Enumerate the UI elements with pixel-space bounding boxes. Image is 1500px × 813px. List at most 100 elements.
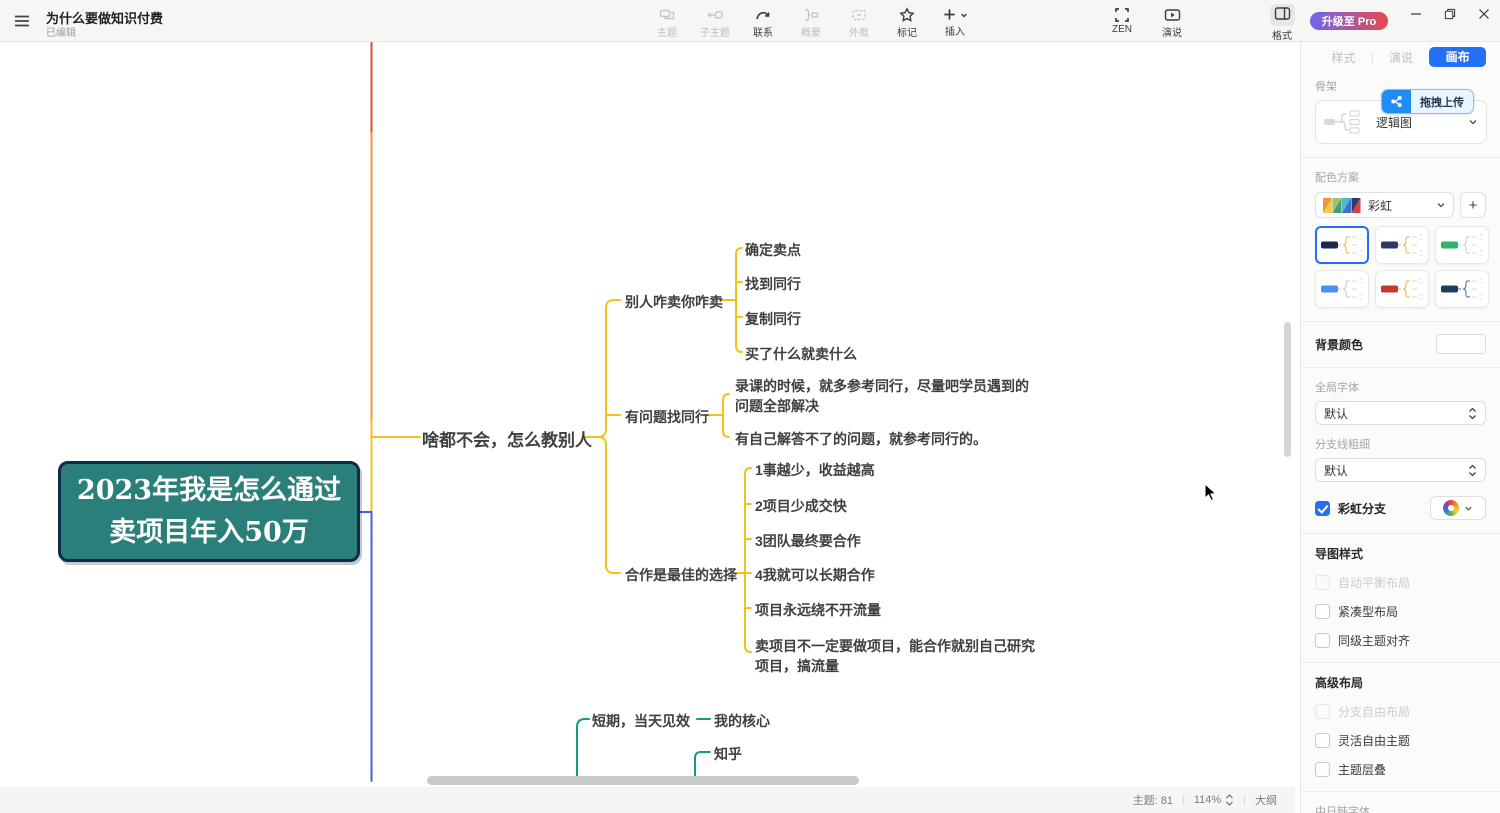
boundary-button: 外框 (840, 4, 878, 39)
zoom-level: 114% (1194, 794, 1221, 806)
node-cooperate[interactable]: 合作是最佳的选择 (625, 565, 737, 585)
boundary-icon (851, 7, 867, 23)
add-scheme-button[interactable]: + (1460, 192, 1486, 218)
divider: | (1182, 794, 1185, 806)
node-teach[interactable]: 啥都不会，怎么教别人 (422, 426, 592, 451)
node-sell-child[interactable]: 确定卖点 (745, 240, 801, 260)
section-divider (1301, 662, 1500, 663)
node-coop-child[interactable]: 4我就可以长期合作 (755, 565, 875, 585)
app-window: 为什么要做知识付费 已编辑 主题 子主题 联系 概要 外框 (0, 0, 1500, 813)
scheme-card[interactable] (1435, 270, 1489, 308)
minimize-button[interactable] (1410, 7, 1422, 25)
background-color-label: 背景颜色 (1315, 336, 1363, 353)
marker-button[interactable]: 标记 (888, 4, 926, 39)
global-font-dropdown[interactable]: 默认 (1315, 401, 1486, 425)
mouse-cursor (1204, 483, 1218, 503)
drag-upload-button[interactable]: 拖拽上传 (1381, 89, 1474, 114)
node-coop-child[interactable]: 卖项目不一定要做项目，能合作就别自己研究项目，搞流量 (755, 636, 1035, 676)
color-scheme-selector[interactable]: 彩虹 (1315, 192, 1454, 218)
rainbow-swatch (1323, 198, 1361, 213)
node-ask-child[interactable]: 录课的时候，就多参考同行，尽量吧学员遇到的问题全部解决 (735, 376, 1031, 416)
central-topic-line1: 2023年我是怎么通过 (77, 470, 341, 512)
relation-button[interactable]: 联系 (744, 4, 782, 39)
format-button[interactable]: 格式 (1264, 4, 1300, 42)
scheme-card[interactable] (1435, 226, 1489, 264)
window-controls (1410, 0, 1490, 32)
stepper-icon (1468, 407, 1477, 420)
section-divider (1301, 157, 1500, 158)
node-my-core[interactable]: 我的核心 (714, 711, 770, 731)
close-button[interactable] (1478, 7, 1490, 25)
flexible-topic-label: 灵活自由主题 (1338, 732, 1410, 749)
central-topic-node[interactable]: 2023年我是怎么通过 卖项目年入50万 (58, 461, 360, 562)
rainbow-branch-label: 彩虹分支 (1338, 500, 1386, 517)
section-divider (1301, 321, 1500, 322)
node-short-term[interactable]: 短期，当天见效 (592, 711, 690, 731)
node-ask-child[interactable]: 有自己解答不了的问题，就参考同行的。 (735, 429, 987, 449)
sibling-align-checkbox[interactable] (1315, 633, 1330, 648)
node-coop-child[interactable]: 1事越少，收益越高 (755, 460, 875, 480)
node-sell-child[interactable]: 复制同行 (745, 309, 801, 329)
tab-present[interactable]: 演说 (1373, 49, 1430, 66)
compact-layout-checkbox[interactable] (1315, 604, 1330, 619)
section-divider (1301, 367, 1500, 368)
scheme-card[interactable] (1315, 226, 1369, 264)
format-panel: 样式 演说 画布 骨架 逻辑图 拖拽上传 (1300, 42, 1500, 813)
topic-icon (659, 7, 675, 23)
node-zhihu[interactable]: 知乎 (714, 744, 742, 764)
upgrade-pro-button[interactable]: 升级至 Pro (1310, 12, 1388, 30)
toolbar: 主题 子主题 联系 概要 外框 标记 (648, 4, 974, 39)
scheme-card[interactable] (1315, 270, 1369, 308)
scheme-card[interactable] (1375, 226, 1429, 264)
star-icon (899, 7, 915, 23)
menu-icon[interactable] (13, 12, 31, 30)
relation-icon (755, 7, 771, 23)
zoom-control[interactable]: 114% (1194, 794, 1234, 806)
zen-button[interactable]: ZEN (1103, 4, 1141, 39)
vertical-scrollbar[interactable] (1284, 322, 1291, 457)
node-sell-child[interactable]: 买了什么就卖什么 (745, 344, 857, 364)
view-tools: ZEN 演说 (1103, 4, 1191, 39)
upload-cluster-icon (1389, 94, 1404, 109)
stepper-icon (1468, 464, 1477, 477)
zen-mode-icon (1114, 7, 1130, 23)
rainbow-branch-checkbox[interactable] (1315, 501, 1330, 516)
branch-width-label: 分支线粗细 (1315, 436, 1486, 452)
horizontal-scrollbar[interactable] (427, 776, 859, 785)
node-sell-like-peers[interactable]: 别人咋卖你咋卖 (625, 292, 723, 312)
logic-chart-thumbnail (1324, 108, 1366, 136)
present-button[interactable]: 演说 (1153, 4, 1191, 39)
tab-canvas[interactable]: 画布 (1429, 47, 1486, 67)
outline-button[interactable]: 大纲 (1255, 792, 1277, 808)
background-color-swatch[interactable] (1436, 334, 1486, 354)
color-wheel-icon (1443, 500, 1459, 516)
section-divider (1301, 791, 1500, 792)
rainbow-color-dropdown[interactable] (1430, 496, 1486, 520)
divider: | (1243, 794, 1246, 806)
panel-tabs: 样式 演说 画布 (1315, 47, 1486, 67)
branch-connectors (0, 42, 1295, 813)
insert-button[interactable]: 插入 (936, 4, 974, 39)
section-divider (1301, 533, 1500, 534)
free-branch-checkbox (1315, 704, 1330, 719)
color-scheme-value: 彩虹 (1368, 197, 1429, 214)
chevron-down-icon (1468, 117, 1478, 127)
node-ask-peers[interactable]: 有问题找同行 (625, 407, 709, 427)
node-coop-child[interactable]: 项目永远绕不开流量 (755, 600, 881, 620)
format-panel-icon (1274, 6, 1291, 21)
scheme-card[interactable] (1375, 270, 1429, 308)
node-coop-child[interactable]: 2项目少成交快 (755, 496, 847, 516)
chevron-down-icon (1464, 504, 1473, 513)
restore-button[interactable] (1444, 7, 1456, 25)
node-coop-child[interactable]: 3团队最终要合作 (755, 531, 861, 551)
mindmap-canvas[interactable]: 2023年我是怎么通过 卖项目年入50万 啥都不会，怎么教别人 别人咋卖你咋卖 … (0, 42, 1295, 813)
chevron-down-icon (1436, 200, 1446, 210)
flexible-topic-checkbox[interactable] (1315, 733, 1330, 748)
topic-overlap-checkbox[interactable] (1315, 762, 1330, 777)
topic-button: 主题 (648, 4, 686, 39)
tab-style[interactable]: 样式 (1315, 49, 1372, 66)
node-sell-child[interactable]: 找到同行 (745, 274, 801, 294)
scheme-card-grid (1315, 226, 1486, 308)
skeleton-value: 逻辑图 (1376, 114, 1468, 131)
branch-width-dropdown[interactable]: 默认 (1315, 458, 1486, 482)
